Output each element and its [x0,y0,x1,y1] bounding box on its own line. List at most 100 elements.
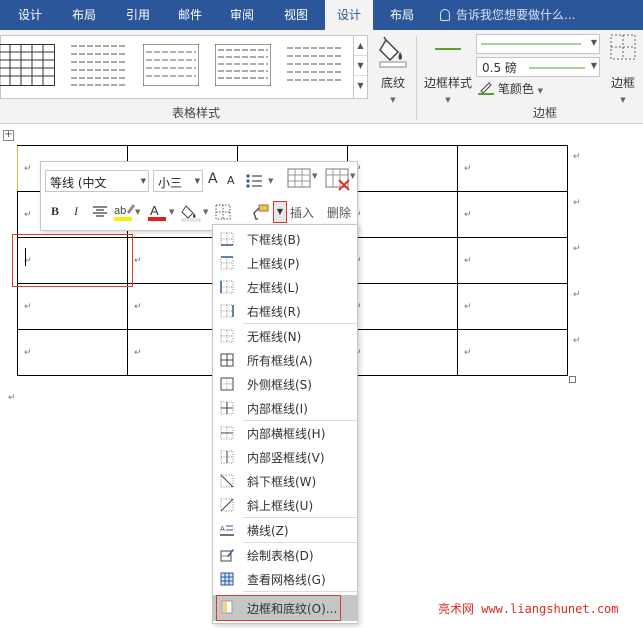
tab-design[interactable]: 设计 [8,0,52,30]
gallery-scroll[interactable]: ▲ ▼ ▼ [353,36,367,98]
menu-item-label: 查看网格线(G) [247,573,326,587]
grow-font-button[interactable]: A [208,171,218,187]
table-cell[interactable]: ↵ [457,237,568,284]
tell-me-box[interactable]: 告诉我您想要做什么... [440,0,575,30]
table-move-handle-icon[interactable]: + [3,130,14,141]
menu-item-outside-borders[interactable]: 外侧框线(S) [213,372,357,396]
gallery-more-icon[interactable]: ▼ [354,76,367,96]
menu-item-inside-horizontal[interactable]: 内部横框线(H) [213,421,357,445]
menu-separator [243,591,357,592]
table-cell[interactable]: ↵ [457,329,568,376]
table-styles-gallery: ▲ ▼ ▼ [0,35,368,99]
table-cell[interactable]: ↵ [347,237,458,284]
table-style-5[interactable] [287,44,343,86]
table-cell[interactable]: ↵ [457,191,568,238]
row-end-mark: ↵ [573,198,581,208]
menu-item-label: 内部竖框线(V) [247,451,325,465]
tab-layout[interactable]: 布局 [62,0,106,30]
menu-item-draw-table[interactable]: 绘制表格(D) [213,543,357,567]
font-name-value: 等线 (中文 [50,176,107,190]
table-cell[interactable]: ↵ [457,145,568,192]
right-border-icon [220,304,234,318]
menu-item-label: 内部横框线(H) [247,427,326,441]
shading-button[interactable]: 底纹 ▼ [372,34,414,104]
pen-color-label: 笔颜色 [497,82,534,96]
border-style-line-icon [435,48,461,50]
row-end-mark: ↵ [573,244,581,254]
highlight-color-icon[interactable]: ab ▼ [113,202,143,222]
bold-button[interactable]: B [51,204,59,219]
left-border-icon [220,280,234,294]
table-style-1[interactable] [0,44,55,86]
line-style-dropdown[interactable]: ▼ [476,34,600,54]
menu-item-left-border[interactable]: 左框线(L) [213,275,357,299]
insert-button[interactable]: 插入 [285,166,319,228]
table-cell[interactable]: ↵ [347,329,458,376]
tab-view[interactable]: 视图 [274,0,318,30]
table-resize-handle[interactable] [569,376,576,383]
font-size-box[interactable]: 小三 ▼ [153,170,203,192]
font-name-box[interactable]: 等线 (中文 ▼ [45,170,149,192]
menu-item-label: 绘制表格(D) [247,549,314,563]
font-color-icon[interactable]: A ▼ [147,202,177,222]
menu-item-view-gridlines[interactable]: 查看网格线(G) [213,567,357,591]
shading-bucket-icon[interactable]: ▼ [181,202,211,222]
menu-item-label: 无框线(N) [247,330,302,344]
table-cell[interactable]: ↵ [347,145,458,192]
table-cell[interactable]: ↵ [347,191,458,238]
borders-button[interactable]: 边框 ▼ [604,34,642,104]
menu-item-horizontal-line[interactable]: A 横线(Z) [213,518,357,542]
tab-mailings[interactable]: 邮件 [168,0,212,30]
svg-text:▼: ▼ [203,208,209,216]
center-align-icon[interactable] [93,206,107,218]
menu-item-diagonal-up[interactable]: 斜上框线(U) [213,493,357,517]
table-plain-icon [142,43,200,87]
svg-text:ab: ab [114,205,126,217]
tab-references[interactable]: 引用 [116,0,160,30]
svg-text:▼: ▼ [169,208,175,216]
format-painter-icon[interactable] [251,203,269,221]
menu-item-all-borders[interactable]: 所有框线(A) [213,348,357,372]
bottom-border-icon [220,232,234,246]
menu-item-right-border[interactable]: 右框线(R) [213,299,357,323]
border-styles-button[interactable]: 边框样式 ▼ [420,34,476,104]
table-cell[interactable]: ↵ [347,283,458,330]
tab-table-design[interactable]: 设计 [325,0,373,30]
borders-icon[interactable] [215,204,231,220]
pen-icon [478,82,494,95]
line-weight-preview-icon [529,67,585,69]
italic-button[interactable]: I [74,204,78,219]
svg-text:A: A [150,203,159,218]
cell-highlight-box [12,234,133,287]
chevron-down-icon: ▼ [194,177,200,185]
table-style-4[interactable] [214,43,272,87]
menu-item-inside-borders[interactable]: 内部框线(I) [213,396,357,420]
menu-item-label: 横线(Z) [247,524,289,538]
watermark: 亮术网 www.liangshunet.com [438,602,619,616]
menu-item-no-border[interactable]: 无框线(N) [213,324,357,348]
menu-item-top-border[interactable]: 上框线(P) [213,251,357,275]
shrink-font-button[interactable]: A [227,174,235,187]
scroll-up-icon[interactable]: ▲ [354,36,367,56]
line-weight-dropdown[interactable]: 0.5 磅 ▼ [476,57,600,77]
table-cell[interactable]: ↵ [17,283,128,330]
borders-dropdown-toggle[interactable]: ▼ [273,201,287,223]
table-style-3[interactable] [142,43,200,87]
row-end-mark: ↵ [573,336,581,346]
table-cell[interactable]: ↵ [17,329,128,376]
bullets-icon[interactable]: ▼ [246,173,280,189]
delete-button[interactable]: 删除 [321,166,357,228]
menu-item-bottom-border[interactable]: 下框线(B) [213,227,357,251]
menu-item-inside-vertical[interactable]: 内部竖框线(V) [213,445,357,469]
menu-item-diagonal-down[interactable]: 斜下框线(W) [213,469,357,493]
pen-color-button[interactable]: 笔颜色 ▼ [478,80,543,98]
table-style-2[interactable] [71,44,127,86]
chevron-down-icon: ▼ [590,38,597,47]
scroll-down-icon[interactable]: ▼ [354,56,367,76]
tab-review[interactable]: 审阅 [220,0,264,30]
table-cell[interactable]: ↵ [457,283,568,330]
inside-borders-icon [220,401,234,415]
menu-item-label: 左框线(L) [247,281,300,295]
tab-table-layout[interactable]: 布局 [380,0,424,30]
borders-group-label: 边框 [533,106,558,120]
